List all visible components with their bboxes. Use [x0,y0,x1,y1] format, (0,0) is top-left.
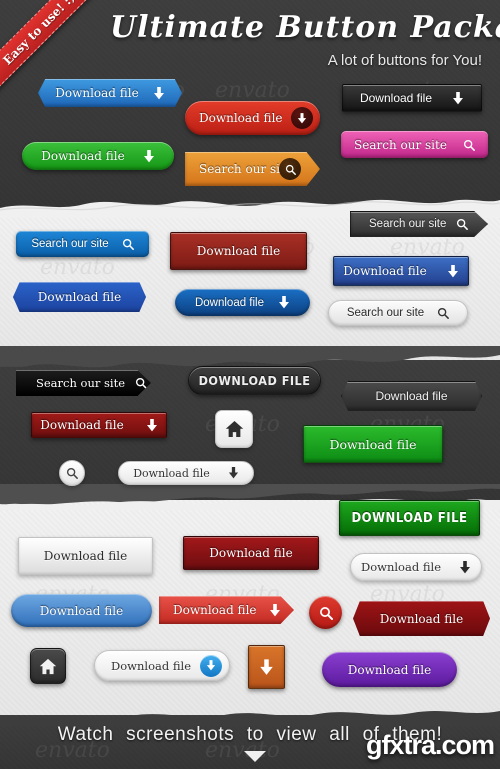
button-black-arrow-search[interactable]: Search our site [16,370,151,396]
button-label: Search our site [354,137,447,152]
button-label: Download file [347,662,432,677]
button-darkred-rect-download[interactable]: Download file [31,412,167,438]
search-icon [319,606,333,620]
button-label: Download file [375,389,448,403]
search-icon [463,139,475,151]
button-green-pill-download[interactable]: Download file [22,142,174,170]
button-label: Download file [111,658,192,673]
button-label: Download file [379,611,464,626]
download-arrow-icon [452,91,464,105]
button-label: Download file [199,111,283,125]
button-label: Search our site [199,162,292,176]
download-arrow-icon [228,467,239,479]
home-icon [39,658,57,675]
button-label: Download file [194,296,265,309]
button-label: DOWNLOAD FILE [351,510,468,526]
search-icon [66,467,78,479]
button-home-square-dark[interactable] [30,648,66,684]
button-red-arrow-download[interactable]: Download file [159,596,294,624]
button-label: Download file [39,603,124,618]
search-icon [456,218,469,230]
button-green-rect-download[interactable]: Download file [303,425,443,463]
caret-down-icon [244,751,266,762]
button-label: Download file [41,149,125,163]
home-icon [225,420,244,438]
button-label: Download file [196,244,281,258]
button-red-pill-download[interactable]: Download file [185,101,320,135]
search-icon [135,377,147,389]
page-title: Ultimate Button Package [110,10,500,45]
button-label: Download file [37,290,122,304]
download-arrow-icon [200,654,222,677]
button-package-preview: envato envato envato envato envato envat… [0,0,500,769]
button-darkred-hex-download[interactable]: Download file [353,601,490,636]
button-circle-search[interactable] [59,460,85,486]
button-blue-pill-download[interactable]: Download file [11,594,152,627]
button-label: Download file [209,546,293,560]
button-red-rect-download[interactable]: Download file [170,232,307,270]
button-label: Search our site [346,307,425,319]
button-label: Download file [173,603,257,617]
button-red-circle-search[interactable] [309,596,342,629]
button-label: Download file [359,91,433,105]
button-blue-round-search[interactable]: Search our site [16,231,149,257]
button-darkred-rect-download-2[interactable]: Download file [183,536,319,570]
download-arrow-icon [459,560,471,574]
search-icon [437,307,450,319]
button-label: Download file [343,264,427,278]
button-dark-hex-download[interactable]: Download file [341,381,482,411]
download-arrow-icon [153,86,165,100]
button-black-rect-download[interactable]: Download file [342,84,482,112]
button-blue-hex-download[interactable]: Download file [38,79,182,107]
download-arrow-icon [259,658,274,676]
button-blue-rect-download[interactable]: Download file [333,256,469,286]
button-navy-pill-download[interactable]: Download file [175,289,310,316]
download-arrow-icon [146,418,158,432]
button-orange-square-download[interactable] [248,645,285,689]
button-label: Download file [40,418,124,432]
download-arrow-icon [278,296,290,309]
button-pink-rect-search[interactable]: Search our site [341,131,488,158]
button-label: Download file [133,466,210,480]
button-white-pill-download[interactable]: Download file [118,461,254,485]
download-arrow-icon [447,264,459,278]
button-green-rect-download-caps[interactable]: DOWNLOAD FILE [339,500,480,536]
button-label: Download file [55,86,139,100]
search-icon [122,238,134,250]
button-label: Download file [43,549,128,563]
button-label: Download file [329,436,417,452]
button-home-square-light[interactable] [215,410,253,448]
button-dark-pill-download-caps[interactable]: DOWNLOAD FILE [188,366,321,395]
button-dark-arrow-search[interactable]: Search our site [350,211,488,237]
button-blue-hex-download-2[interactable]: Download file [13,282,146,312]
button-orange-arrow-search[interactable]: Search our site [185,152,320,186]
button-white-pill-search[interactable]: Search our site [328,300,468,326]
button-purple-pill-download[interactable]: Download file [322,652,457,687]
button-white-pill-download-2[interactable]: Download file [350,553,482,581]
download-arrow-icon [143,149,155,163]
download-arrow-icon [291,107,313,129]
button-label: Search our site [369,218,447,230]
button-white-pill-download-3[interactable]: Download file [94,650,230,681]
button-label: Search our site [36,376,126,390]
site-watermark: gfxtra.com [365,730,495,760]
button-label: Download file [360,560,442,574]
page-subtitle: A lot of buttons for You! [327,52,482,69]
download-arrow-icon [269,603,281,617]
button-label: DOWNLOAD FILE [198,373,311,388]
search-icon [279,158,301,180]
button-white-rect-download[interactable]: Download file [18,537,153,575]
button-label: Search our site [31,238,109,250]
